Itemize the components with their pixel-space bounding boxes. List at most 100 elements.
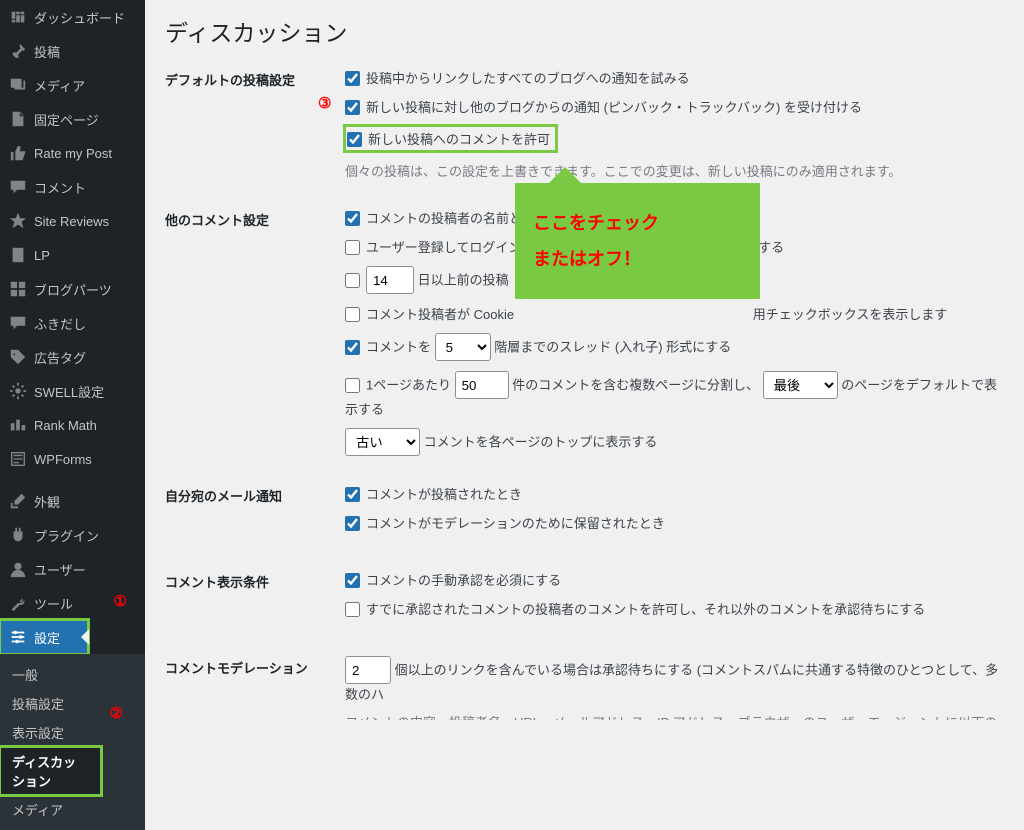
sidebar-label: ふきだし (34, 314, 86, 333)
num-close-days[interactable] (366, 266, 414, 294)
chk-cookie-optin[interactable] (345, 307, 360, 322)
sidebar-label: 設定 (34, 628, 60, 647)
chk-allow-pingback[interactable] (345, 100, 360, 115)
sliders-icon (8, 627, 28, 647)
sidebar-item-blogparts[interactable]: ブログパーツ (0, 272, 145, 306)
plug-icon (8, 525, 28, 545)
callout-line2: またはオフ！ (533, 241, 742, 277)
grid-icon (8, 279, 28, 299)
section-show-label: コメント表示条件 (165, 570, 345, 628)
sidebar-item-rankmath[interactable]: Rank Math (0, 408, 145, 442)
mod-note: コメントの内容、投稿者名、URL、メールアドレス、IP アドレス、ブラウザーのユ… (345, 713, 1004, 720)
user-icon (8, 559, 28, 579)
chk-close-old[interactable] (345, 273, 360, 288)
bubble-icon (8, 313, 28, 333)
sidebar-label: ダッシュボード (34, 8, 125, 27)
opt-notify-blogs[interactable]: 投稿中からリンクしたすべてのブログへの通知を試みる (345, 68, 1004, 87)
opt-approved-author[interactable]: すでに承認されたコメントの投稿者のコメントを許可し、それ以外のコメントを承認待ち… (345, 599, 1004, 618)
sidebar-label: 投稿 (34, 42, 60, 61)
opt-mail-held[interactable]: コメントがモデレーションのために保留されたとき (345, 513, 1004, 532)
sidebar-item-pages[interactable]: 固定ページ (0, 102, 145, 136)
dashboard-icon (8, 7, 28, 27)
admin-sidebar: ダッシュボード 投稿 メディア 固定ページ Rate my Post コメント … (0, 0, 145, 720)
sub-media[interactable]: メディア (0, 795, 145, 824)
chk-mail-posted[interactable] (345, 487, 360, 502)
section-other-label: 他のコメント設定 (165, 208, 345, 456)
sel-order[interactable]: 古い (345, 428, 420, 456)
sidebar-item-fukidashi[interactable]: ふきだし (0, 306, 145, 340)
num-per-page[interactable] (455, 371, 509, 399)
opt-mail-posted[interactable]: コメントが投稿されたとき (345, 484, 1004, 503)
main-content: ディスカッション デフォルトの投稿設定 投稿中からリンクしたすべてのブログへの通… (145, 0, 1024, 720)
sub-writing[interactable]: 投稿設定 (0, 689, 145, 718)
sidebar-label: WPForms (34, 452, 92, 467)
sidebar-item-appearance[interactable]: 外観 (0, 484, 145, 518)
opt-allow-comments[interactable]: 新しい投稿へのコメントを許可 (345, 126, 556, 151)
sidebar-item-lp[interactable]: LP (0, 238, 145, 272)
callout-line1: ここをチェック (533, 205, 742, 241)
chk-must-login[interactable] (345, 240, 360, 255)
sidebar-item-adtag[interactable]: 広告タグ (0, 340, 145, 374)
sidebar-item-plugins[interactable]: プラグイン (0, 518, 145, 552)
media-icon (8, 75, 28, 95)
sub-reading[interactable]: 表示設定 (0, 718, 145, 747)
opt-allow-pingback[interactable]: 新しい投稿に対し他のブログからの通知 (ピンバック・トラックバック) を受け付け… (345, 97, 1004, 116)
sidebar-item-ratemypost[interactable]: Rate my Post (0, 136, 145, 170)
annotation-callout: ここをチェック またはオフ！ (515, 183, 760, 299)
wrench-icon (8, 593, 28, 613)
star-icon (8, 211, 28, 231)
sidebar-item-comments[interactable]: コメント (0, 170, 145, 204)
section-default-label: デフォルトの投稿設定 (165, 68, 345, 180)
section-mod-label: コメントモデレーション (165, 656, 345, 720)
sidebar-item-posts[interactable]: 投稿 (0, 34, 145, 68)
sel-thread-depth[interactable]: 5 (435, 333, 491, 361)
doc-icon (8, 245, 28, 265)
sidebar-label: Rate my Post (34, 146, 112, 161)
opt-thread[interactable]: コメントを 5 階層までのスレッド (入れ子) 形式にする (345, 333, 1004, 361)
pin-icon (8, 41, 28, 61)
sub-discussion[interactable]: ディスカッション (0, 747, 101, 795)
annotation-3: ③ (318, 94, 331, 112)
sidebar-item-swell[interactable]: SWELL設定 (0, 374, 145, 408)
sidebar-label: プラグイン (34, 526, 99, 545)
chk-manual-approve[interactable] (345, 573, 360, 588)
sidebar-item-sitereviews[interactable]: Site Reviews (0, 204, 145, 238)
sidebar-item-dashboard[interactable]: ダッシュボード (0, 0, 145, 34)
sidebar-item-tools[interactable]: ツール ① (0, 586, 145, 620)
sidebar-label: Rank Math (34, 418, 97, 433)
thumb-icon (8, 143, 28, 163)
default-note: 個々の投稿は、この設定を上書きできます。ここでの変更は、新しい投稿にのみ適用され… (345, 161, 1004, 180)
chk-thread[interactable] (345, 340, 360, 355)
chk-notify-blogs[interactable] (345, 71, 360, 86)
sidebar-label: ブログパーツ (34, 280, 112, 299)
sidebar-label: SWELL設定 (34, 382, 104, 401)
chk-approved-author[interactable] (345, 602, 360, 617)
sidebar-item-users[interactable]: ユーザー (0, 552, 145, 586)
chk-paginate[interactable] (345, 378, 360, 393)
brush-icon (8, 491, 28, 511)
sub-general[interactable]: 一般 (0, 660, 145, 689)
sidebar-label: 固定ページ (34, 110, 99, 129)
chk-author-name[interactable] (345, 211, 360, 226)
sidebar-submenu: 一般 投稿設定 表示設定 ② ディスカッション メディア (0, 654, 145, 830)
page-icon (8, 109, 28, 129)
opt-manual-approve[interactable]: コメントの手動承認を必須にする (345, 570, 1004, 589)
num-mod-links[interactable] (345, 656, 391, 684)
opt-order: 古い コメントを各ページのトップに表示する (345, 428, 1004, 456)
opt-cookie-optin[interactable]: コメント投稿者が Cookie 用チェックボックスを表示します (345, 304, 1004, 323)
page-title: ディスカッション (165, 14, 1004, 48)
sel-default-page[interactable]: 最後 (763, 371, 838, 399)
comment-icon (8, 177, 28, 197)
gear-icon (8, 381, 28, 401)
annotation-1: ① (114, 592, 127, 610)
sidebar-label: LP (34, 248, 50, 263)
tag-icon (8, 347, 28, 367)
chk-mail-held[interactable] (345, 516, 360, 531)
chk-allow-comments[interactable] (347, 132, 362, 147)
opt-paginate[interactable]: 1ページあたり 件のコメントを含む複数ページに分割し、 最後 のページをデフォル… (345, 371, 1004, 418)
sidebar-label: メディア (34, 76, 85, 95)
sidebar-item-media[interactable]: メディア (0, 68, 145, 102)
sidebar-label: 外観 (34, 492, 60, 511)
sidebar-item-wpforms[interactable]: WPForms (0, 442, 145, 476)
sidebar-item-settings[interactable]: 設定 (0, 620, 88, 654)
